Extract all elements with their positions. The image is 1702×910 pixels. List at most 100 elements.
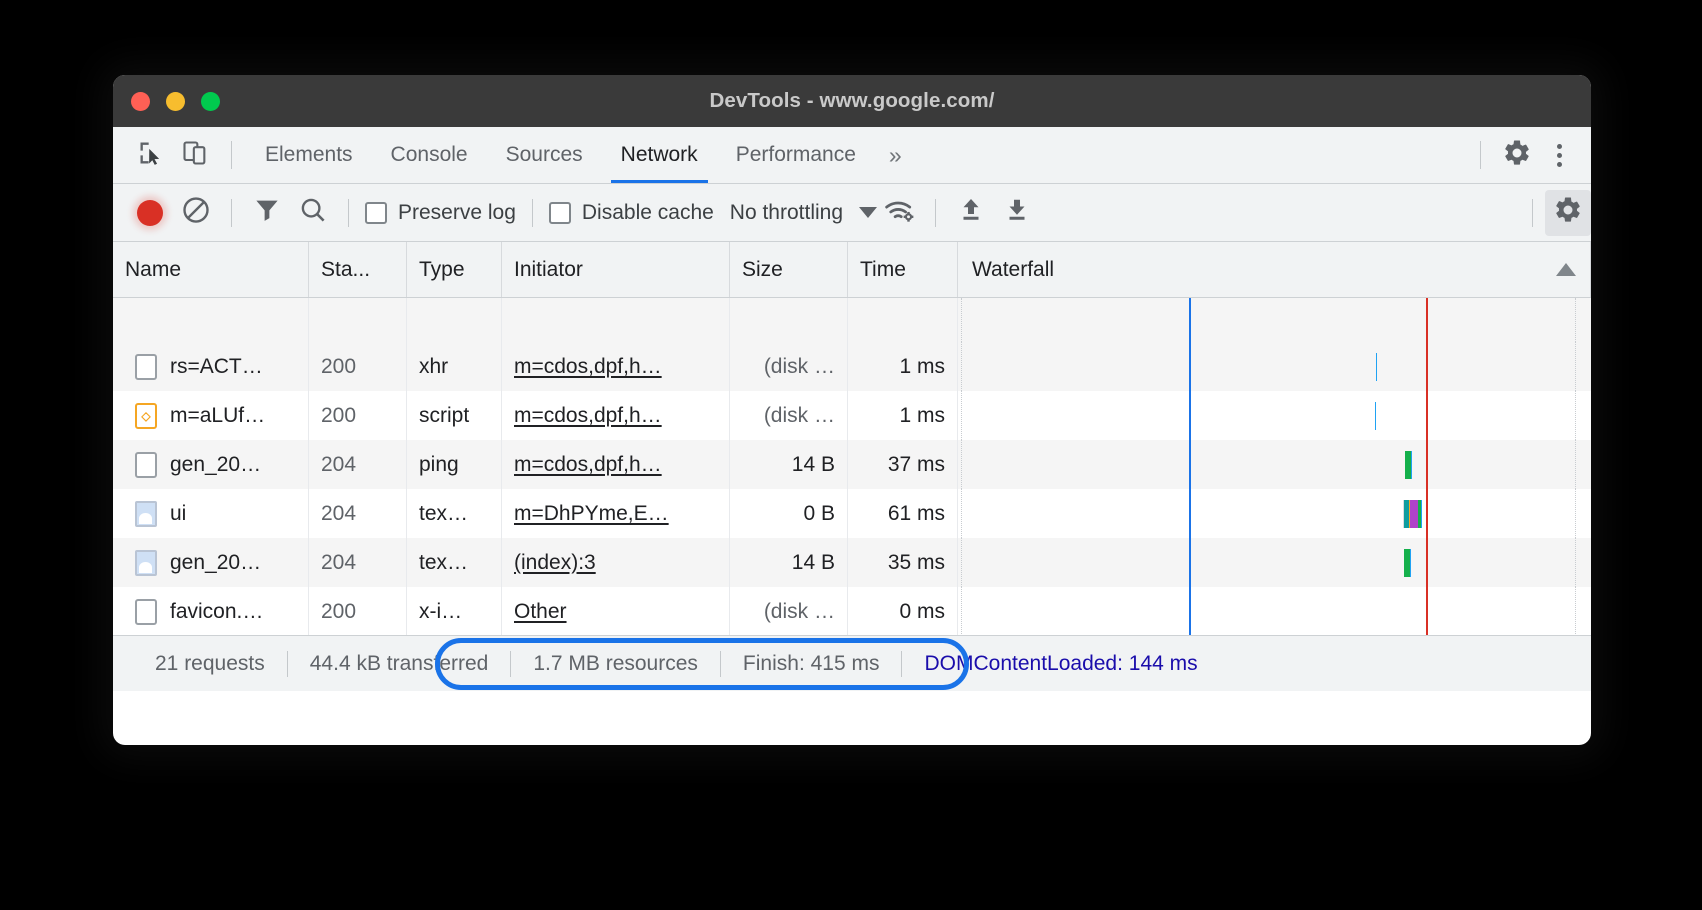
table-row[interactable]: rs=ACT… 200 xhr m=cdos,dpf,h… (disk … 1 … <box>113 342 1591 391</box>
preserve-log-box[interactable] <box>365 201 387 224</box>
network-toolbar: Preserve log Disable cache No throttling <box>113 184 1591 242</box>
disable-cache-checkbox[interactable]: Disable cache <box>545 201 718 225</box>
cell-initiator[interactable]: m=cdos,dpf,h… <box>502 440 730 489</box>
network-settings-button[interactable] <box>1545 189 1591 236</box>
cell-initiator[interactable]: Other <box>502 587 730 635</box>
sort-ascending-arrow[interactable] <box>1556 263 1576 276</box>
table-row[interactable]: favicon.… 200 x-i… Other (disk … 0 ms <box>113 587 1591 635</box>
close-window-button[interactable] <box>131 91 150 111</box>
devtools-settings-button[interactable] <box>1495 133 1539 177</box>
request-name: gen_20… <box>170 452 262 476</box>
waterfall-track <box>958 298 1591 342</box>
cell-waterfall[interactable] <box>958 391 1591 440</box>
summary-resources: 1.7 MB resources <box>533 651 698 675</box>
cell-waterfall[interactable] <box>958 587 1591 635</box>
minimize-window-button[interactable] <box>166 91 185 111</box>
screenshot-stage: DevTools - www.google.com/ Elements Cons… <box>0 0 1702 910</box>
file-plain-icon <box>135 598 157 625</box>
inspect-cursor-icon <box>137 139 165 172</box>
tab-network[interactable]: Network <box>602 127 717 183</box>
cell-status <box>309 298 407 342</box>
column-header-name[interactable]: Name <box>113 242 309 297</box>
tab-performance[interactable]: Performance <box>717 127 875 183</box>
filter-button[interactable] <box>244 190 290 236</box>
waterfall-gridline-3 <box>1575 587 1577 635</box>
cell-name <box>113 298 309 342</box>
column-header-initiator[interactable]: Initiator <box>502 242 730 297</box>
cell-initiator[interactable]: (index):3 <box>502 538 730 587</box>
cell-waterfall[interactable] <box>958 538 1591 587</box>
table-row[interactable]: ◇ m=aLUf… 200 script m=cdos,dpf,h… (disk… <box>113 391 1591 440</box>
initiator-link[interactable]: m=cdos,dpf,h… <box>514 404 662 428</box>
cell-status: 200 <box>309 587 407 635</box>
table-row[interactable]: gen_20… 204 tex… (index):3 14 B 35 ms <box>113 538 1591 587</box>
waterfall-gridline-3 <box>1575 440 1577 489</box>
inspect-element-button[interactable] <box>129 133 173 177</box>
cell-status: 200 <box>309 391 407 440</box>
initiator-link[interactable]: (index):3 <box>514 551 596 575</box>
throttling-select[interactable]: No throttling <box>718 200 878 225</box>
waterfall-gridline-0 <box>961 538 963 587</box>
cell-name[interactable]: gen_20… <box>113 538 309 587</box>
toolbar-divider-4 <box>935 198 937 227</box>
column-header-status[interactable]: Sta... <box>309 242 407 297</box>
waterfall-bar[interactable] <box>1402 499 1513 528</box>
cell-initiator[interactable]: m=cdos,dpf,h… <box>502 391 730 440</box>
waterfall-bar[interactable] <box>1374 401 1389 430</box>
column-header-time[interactable]: Time <box>848 242 958 297</box>
devtools-main-menu-button[interactable] <box>1539 135 1579 175</box>
network-conditions-button[interactable] <box>877 190 923 236</box>
wifi-gear-icon <box>883 195 917 230</box>
waterfall-bar[interactable] <box>1403 548 1468 577</box>
cell-name[interactable]: favicon.… <box>113 587 309 635</box>
load-marker <box>1426 391 1429 440</box>
search-button[interactable] <box>290 190 336 236</box>
clear-button[interactable] <box>173 190 219 236</box>
toolbar-divider-3 <box>531 198 533 227</box>
tab-elements[interactable]: Elements <box>246 127 372 183</box>
cell-waterfall[interactable] <box>958 342 1591 391</box>
initiator-link[interactable]: m=cdos,dpf,h… <box>514 453 662 477</box>
cell-type: xhr <box>407 342 502 391</box>
column-header-type[interactable]: Type <box>407 242 502 297</box>
preserve-log-checkbox[interactable]: Preserve log <box>361 201 520 225</box>
cell-status: 200 <box>309 342 407 391</box>
cell-status: 204 <box>309 489 407 538</box>
table-row[interactable]: ui 204 tex… m=DhPYme,E… 0 B 61 ms <box>113 489 1591 538</box>
cell-name[interactable]: gen_20… <box>113 440 309 489</box>
cell-name[interactable]: ◇ m=aLUf… <box>113 391 309 440</box>
export-har-button[interactable] <box>994 190 1040 236</box>
waterfall-segment-recv <box>1411 450 1412 479</box>
throttling-value: No throttling <box>729 200 844 224</box>
maximize-window-button[interactable] <box>201 91 220 111</box>
waterfall-track <box>958 587 1591 635</box>
initiator-link[interactable]: m=DhPYme,E… <box>514 502 669 526</box>
cell-initiator[interactable]: m=cdos,dpf,h… <box>502 342 730 391</box>
waterfall-bar[interactable] <box>1404 450 1472 479</box>
waterfall-gridline-0 <box>961 391 963 440</box>
table-row[interactable]: gen_20… 204 ping m=cdos,dpf,h… 14 B 37 m… <box>113 440 1591 489</box>
cell-initiator[interactable]: m=DhPYme,E… <box>502 489 730 538</box>
tab-console[interactable]: Console <box>372 127 487 183</box>
column-header-size[interactable]: Size <box>730 242 848 297</box>
cell-name[interactable]: ui <box>113 489 309 538</box>
waterfall-bar[interactable] <box>1375 352 1390 381</box>
initiator-link[interactable]: m=cdos,dpf,h… <box>514 355 662 379</box>
cell-waterfall[interactable] <box>958 489 1591 538</box>
tab-sources[interactable]: Sources <box>487 127 602 183</box>
import-har-button[interactable] <box>948 190 994 236</box>
download-arrow-icon <box>1002 195 1032 230</box>
record-button[interactable] <box>127 190 173 236</box>
domcontentloaded-marker <box>1189 538 1192 587</box>
initiator-link[interactable]: Other <box>514 600 567 624</box>
toggle-device-toolbar-button[interactable] <box>173 133 217 177</box>
waterfall-gridline-3 <box>1575 298 1577 342</box>
more-tabs-button[interactable]: » <box>875 127 916 183</box>
column-header-waterfall[interactable]: Waterfall <box>958 242 1591 297</box>
cell-name[interactable]: rs=ACT… <box>113 342 309 391</box>
kebab-dot-2 <box>1556 152 1562 158</box>
disable-cache-box[interactable] <box>548 201 571 224</box>
network-settings-gear-icon <box>1553 195 1583 230</box>
waterfall-bar[interactable] <box>1404 597 1412 626</box>
cell-waterfall[interactable] <box>958 440 1591 489</box>
